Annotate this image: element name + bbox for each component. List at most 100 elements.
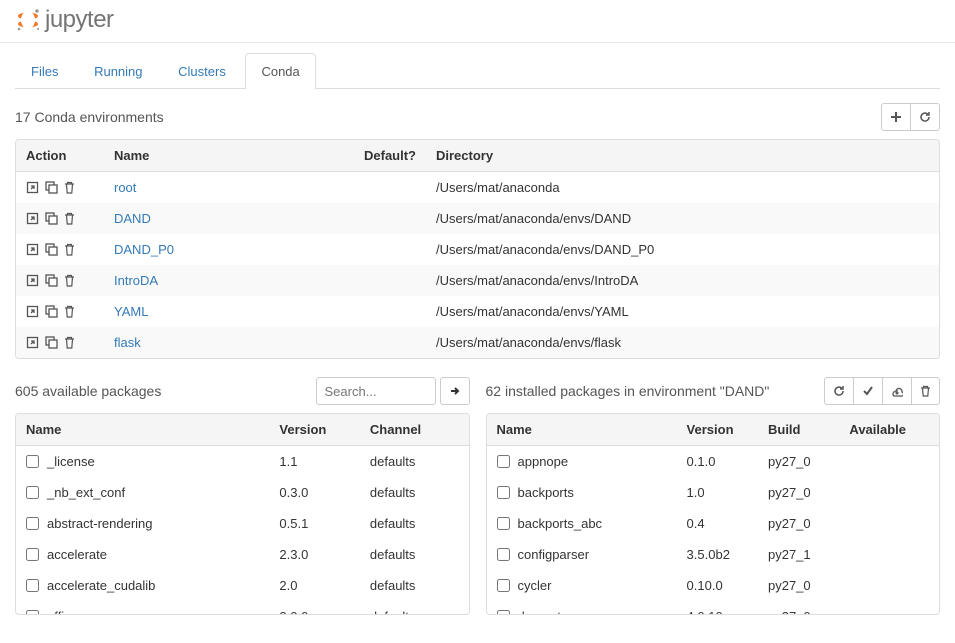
pkg-checkbox[interactable]: [26, 517, 39, 530]
pkg-version: 0.10.0: [677, 570, 758, 601]
env-name-link[interactable]: root: [114, 180, 136, 195]
pkg-checkbox[interactable]: [497, 517, 510, 530]
export-env-icon[interactable]: [26, 181, 39, 194]
pkg-channel: defaults: [360, 601, 469, 614]
env-count-label: 17 Conda environments: [15, 109, 164, 125]
avail-th-name: Name: [16, 414, 269, 446]
delete-env-icon[interactable]: [64, 305, 75, 318]
tab-running[interactable]: Running: [78, 53, 158, 89]
pkg-checkbox[interactable]: [26, 455, 39, 468]
env-directory: /Users/mat/anaconda/envs/DAND_P0: [426, 234, 939, 265]
pkg-version: 3.5.0b2: [677, 539, 758, 570]
pkg-version: 4.0.10: [677, 601, 758, 614]
pkg-version: 1.1: [269, 446, 360, 478]
pkg-checkbox[interactable]: [497, 610, 510, 614]
inst-th-version: Version: [677, 414, 758, 446]
env-name-link[interactable]: DAND_P0: [114, 242, 174, 257]
pkg-checkbox[interactable]: [497, 579, 510, 592]
pkg-channel: defaults: [360, 570, 469, 601]
pkg-name: decorator: [518, 609, 573, 614]
export-env-icon[interactable]: [26, 212, 39, 225]
refresh-installed-button[interactable]: [824, 377, 854, 405]
jupyter-logo: jupyter: [15, 6, 940, 34]
delete-env-icon[interactable]: [64, 212, 75, 225]
pkg-name: cycler: [518, 578, 552, 593]
env-th-directory: Directory: [426, 140, 939, 172]
install-selected-button[interactable]: [440, 377, 470, 405]
search-input[interactable]: [316, 377, 436, 405]
clone-env-icon[interactable]: [45, 212, 58, 225]
env-row: DAND/Users/mat/anaconda/envs/DAND: [16, 203, 939, 234]
pkg-checkbox[interactable]: [497, 548, 510, 561]
delete-env-icon[interactable]: [64, 274, 75, 287]
env-th-action: Action: [16, 140, 104, 172]
clone-env-icon[interactable]: [45, 336, 58, 349]
pkg-name: _license: [47, 454, 95, 469]
pkg-checkbox[interactable]: [497, 486, 510, 499]
pkg-checkbox[interactable]: [26, 610, 39, 614]
avail-th-version: Version: [269, 414, 360, 446]
avail-th-channel: Channel: [360, 414, 469, 446]
clone-env-icon[interactable]: [45, 181, 58, 194]
pkg-name: accelerate_cudalib: [47, 578, 155, 593]
pkg-name: backports: [518, 485, 574, 500]
inst-th-available: Available: [839, 414, 939, 446]
pkg-build: py27_0: [758, 601, 839, 614]
available-row: accelerate_cudalib 2.0defaults: [16, 570, 469, 601]
env-row: flask/Users/mat/anaconda/envs/flask: [16, 327, 939, 358]
pkg-checkbox[interactable]: [26, 548, 39, 561]
pkg-version: 2.0: [269, 570, 360, 601]
inst-th-name: Name: [487, 414, 677, 446]
pkg-build: py27_0: [758, 477, 839, 508]
tab-clusters[interactable]: Clusters: [162, 53, 242, 89]
clone-env-icon[interactable]: [45, 274, 58, 287]
pkg-name: affine: [47, 609, 79, 614]
env-name-link[interactable]: DAND: [114, 211, 151, 226]
env-row: DAND_P0/Users/mat/anaconda/envs/DAND_P0: [16, 234, 939, 265]
installed-row: decorator 4.0.10py27_0: [487, 601, 940, 614]
inst-th-build: Build: [758, 414, 839, 446]
env-directory: /Users/mat/anaconda/envs/DAND: [426, 203, 939, 234]
pkg-version: 2.0.0: [269, 601, 360, 614]
logo-text: jupyter: [45, 6, 114, 34]
pkg-checkbox[interactable]: [26, 486, 39, 499]
clone-env-icon[interactable]: [45, 243, 58, 256]
env-th-default: Default?: [354, 140, 426, 172]
pkg-channel: defaults: [360, 477, 469, 508]
pkg-name: appnope: [518, 454, 569, 469]
available-table: Name Version Channel _license1.1defaults…: [16, 414, 469, 614]
tab-conda[interactable]: Conda: [245, 53, 315, 89]
export-env-icon[interactable]: [26, 336, 39, 349]
pkg-name: configparser: [518, 547, 590, 562]
pkg-checkbox[interactable]: [497, 455, 510, 468]
pkg-build: py27_0: [758, 508, 839, 539]
pkg-channel: defaults: [360, 539, 469, 570]
env-directory: /Users/mat/anaconda/envs/flask: [426, 327, 939, 358]
remove-selected-button[interactable]: [911, 377, 940, 405]
delete-env-icon[interactable]: [64, 181, 75, 194]
env-directory: /Users/mat/anaconda/envs/IntroDA: [426, 265, 939, 296]
update-selected-button[interactable]: [853, 377, 883, 405]
delete-env-icon[interactable]: [64, 336, 75, 349]
jupyter-icon: [15, 7, 41, 33]
tab-files[interactable]: Files: [15, 53, 74, 89]
pkg-version: 0.3.0: [269, 477, 360, 508]
pkg-name: accelerate: [47, 547, 107, 562]
delete-env-icon[interactable]: [64, 243, 75, 256]
available-row: accelerate2.3.0defaults: [16, 539, 469, 570]
refresh-envs-button[interactable]: [910, 103, 940, 131]
new-env-button[interactable]: [881, 103, 911, 131]
clone-env-icon[interactable]: [45, 305, 58, 318]
export-env-icon[interactable]: [26, 274, 39, 287]
export-env-icon[interactable]: [26, 305, 39, 318]
env-row: root/Users/mat/anaconda: [16, 172, 939, 204]
env-name-link[interactable]: IntroDA: [114, 273, 158, 288]
export-button[interactable]: [882, 377, 912, 405]
env-row: IntroDA/Users/mat/anaconda/envs/IntroDA: [16, 265, 939, 296]
pkg-version: 1.0: [677, 477, 758, 508]
pkg-build: py27_1: [758, 539, 839, 570]
pkg-checkbox[interactable]: [26, 579, 39, 592]
export-env-icon[interactable]: [26, 243, 39, 256]
env-name-link[interactable]: YAML: [114, 304, 148, 319]
env-name-link[interactable]: flask: [114, 335, 141, 350]
